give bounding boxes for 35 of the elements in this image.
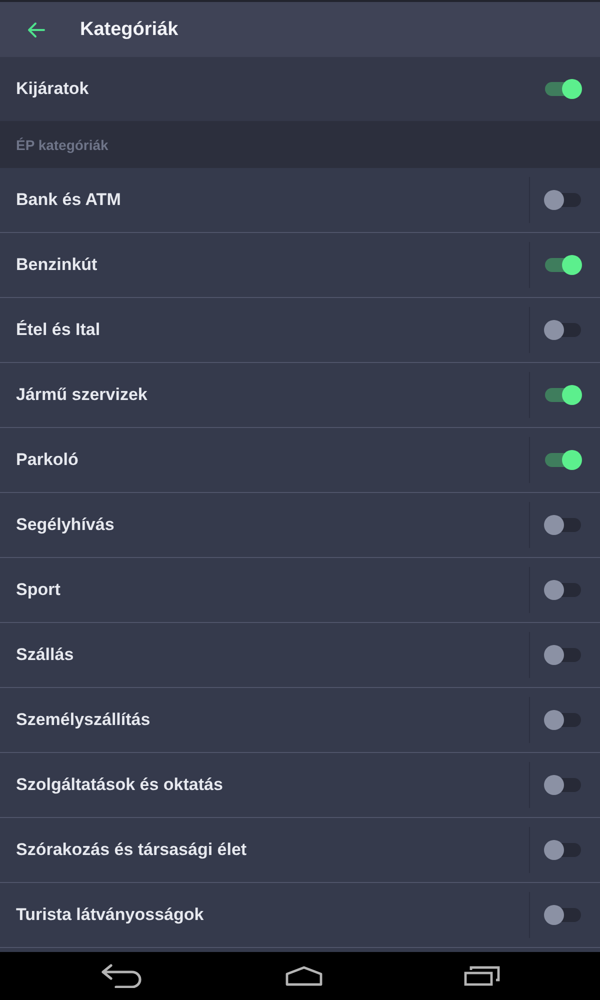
toggle-switch[interactable]	[544, 385, 582, 405]
toggle-switch[interactable]	[544, 79, 582, 99]
home-icon	[284, 966, 323, 986]
toggle-switch[interactable]	[544, 645, 582, 665]
toggle-switch[interactable]	[544, 580, 582, 600]
toggle-switch[interactable]	[544, 320, 582, 340]
back-arrow-icon	[27, 22, 45, 38]
back-icon	[100, 964, 144, 988]
recent-apps-icon	[464, 966, 500, 986]
screen-title: Kategóriák	[80, 18, 178, 40]
category-label: Parkoló	[15, 450, 80, 470]
toggle-switch[interactable]	[544, 905, 582, 925]
category-label: Segélyhívás	[15, 515, 116, 535]
toggle-switch[interactable]	[544, 775, 582, 795]
category-label: Személyszállítás	[15, 710, 152, 730]
category-label: Sport	[15, 580, 62, 600]
recents-nav-button[interactable]	[464, 966, 500, 986]
category-label: Szórakozás és társasági élet	[15, 840, 248, 860]
setting-label: Kijáratok	[15, 79, 90, 99]
toggle-switch[interactable]	[544, 255, 582, 275]
category-label: Turista látványosságok	[15, 905, 205, 925]
category-label: Bank és ATM	[15, 190, 122, 210]
toggle-switch[interactable]	[544, 190, 582, 210]
section-title: ÉP kategóriák	[15, 136, 108, 152]
category-label: Étel és Ital	[15, 320, 102, 340]
toggle-switch[interactable]	[544, 515, 582, 535]
category-label: Szállás	[15, 645, 75, 665]
category-label: Szolgáltatások és oktatás	[15, 775, 224, 795]
toggle-switch[interactable]	[544, 710, 582, 730]
toggle-switch[interactable]	[544, 450, 582, 470]
back-nav-button[interactable]	[100, 964, 144, 988]
category-label: Jármű szervizek	[15, 385, 148, 405]
toggle-switch[interactable]	[544, 840, 582, 860]
category-label: Benzinkút	[15, 255, 98, 275]
home-nav-button[interactable]	[284, 966, 323, 986]
